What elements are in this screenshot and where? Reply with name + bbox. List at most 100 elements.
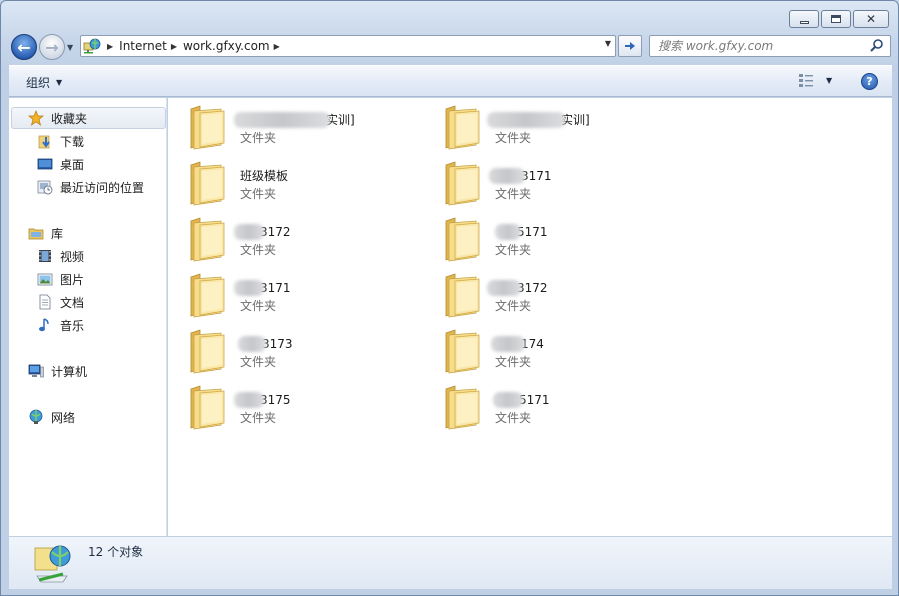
folder-name: 5171 [493,391,550,409]
sidebar-item-videos[interactable]: 视频 [37,245,84,267]
item-count: 12 个对象 [88,545,144,559]
folder-name: 174 [491,335,544,353]
folder-item[interactable]: 3171 文件夹 [423,159,663,209]
sidebar-item-music[interactable]: 音乐 [37,314,84,336]
minimize-button[interactable] [789,10,819,28]
forward-arrow-icon: → [45,37,59,57]
sidebar-item-favorites[interactable]: 收藏夹 [11,107,166,129]
organize-button[interactable]: 组织 ▼ [26,74,62,91]
folder-item[interactable]: 174 文件夹 [423,327,663,377]
folder-item[interactable]: 3172 文件夹 [423,271,663,321]
folder-type: 文件夹 [240,411,277,425]
breadcrumb-current[interactable]: work.gfxy.com [183,39,270,53]
sidebar-item-documents[interactable]: 文档 [37,291,84,313]
download-folder-icon [37,133,53,149]
folder-item[interactable]: 3172 文件夹 [168,215,408,265]
sidebar-item-pictures[interactable]: 图片 [37,268,84,290]
sidebar-item-computer[interactable]: 计算机 [28,360,87,382]
folder-icon [443,383,481,431]
sidebar-item-label: 视频 [60,249,85,264]
folder-type: 文件夹 [240,243,277,257]
caption-buttons: ✕ [789,10,889,28]
search-icon[interactable] [869,38,885,54]
chevron-down-icon: ▼ [826,75,833,85]
sidebar-item-network[interactable]: 网络 [28,406,75,428]
forward-button[interactable]: → [39,34,65,60]
folder-icon [443,327,481,375]
folder-type: 文件夹 [495,299,532,313]
sidebar-item-label: 收藏夹 [51,111,88,126]
sidebar-item-desktop[interactable]: 桌面 [37,153,84,175]
computer-icon [28,363,44,379]
redaction-blur [493,392,523,408]
redaction-blur [489,168,525,184]
folder-name: 3171 [234,279,291,297]
folder-type: 文件夹 [240,355,277,369]
sidebar-item-label: 计算机 [51,364,88,379]
folder-name: 3175 [234,391,291,409]
change-view-button[interactable]: ▼ [798,72,832,88]
breadcrumb-separator-icon[interactable]: ▶ [274,42,280,51]
breadcrumb-separator-icon[interactable]: ▶ [107,42,113,51]
redaction-blur [487,280,521,296]
breadcrumb-internet[interactable]: Internet [119,39,167,53]
folder-name: 3171 [489,167,552,185]
chevron-down-icon: ▼ [56,78,63,87]
file-list: 实训] 文件夹 实训] 文件夹 班级模板 文件夹 3171 文件夹 3172 文件夹 5171 文件夹… [168,98,892,536]
search-input[interactable] [658,39,858,53]
back-button[interactable]: ← [11,34,37,60]
folder-item[interactable]: 实训] 文件夹 [423,103,663,153]
folder-icon [188,327,226,375]
address-bar[interactable]: ▶ Internet ▶ work.gfxy.com ▶ ▼ [80,35,616,57]
sidebar-item-downloads[interactable]: 下载 [37,130,84,152]
refresh-button[interactable] [618,35,642,57]
help-button[interactable]: ? [861,73,878,90]
sidebar-item-libraries[interactable]: 库 [28,222,63,244]
picture-icon [37,271,53,287]
network-location-icon [81,36,103,56]
folder-icon [443,103,481,151]
folder-name: 3172 [234,223,291,241]
folder-icon [188,383,226,431]
desktop-icon [37,156,53,172]
folder-item[interactable]: 3175 文件夹 [168,383,408,433]
maximize-icon [831,15,841,23]
network-icon [28,409,44,425]
folder-type: 文件夹 [495,411,532,425]
star-icon [28,110,44,126]
redaction-blur [491,336,525,352]
recent-pages-dropdown[interactable]: ▼ [67,43,73,52]
search-box[interactable] [649,35,891,57]
sidebar-item-label: 网络 [51,410,76,425]
folder-icon [443,159,481,207]
folder-icon [443,215,481,263]
sidebar-item-label: 下载 [60,134,85,149]
folder-icon [443,271,481,319]
folder-item[interactable]: 5171 文件夹 [423,215,663,265]
folder-item[interactable]: 3173 文件夹 [168,327,408,377]
sidebar-item-label: 最近访问的位置 [60,180,145,195]
redaction-blur [234,280,264,296]
folder-name: 实训] [234,111,355,129]
folder-item[interactable]: 5171 文件夹 [423,383,663,433]
sidebar-item-label: 图片 [60,272,85,287]
folder-icon [188,271,226,319]
maximize-button[interactable] [821,10,851,28]
folder-name: 实训] [487,111,590,129]
explorer-window: ✕ ← → ▼ ▶ Internet ▶ work.gfxy.com ▶ ▼ 搜… [0,0,899,596]
music-note-icon [37,317,53,333]
folder-name: 班级模板 [240,169,289,183]
breadcrumb-separator-icon[interactable]: ▶ [171,42,177,51]
sidebar-item-label: 文档 [60,295,85,310]
redaction-blur [487,112,565,128]
close-button[interactable]: ✕ [853,10,889,28]
address-dropdown-icon[interactable]: ▼ [605,39,611,48]
folder-item[interactable]: 班级模板 文件夹 [168,159,408,209]
folder-item[interactable]: 实训] 文件夹 [168,103,408,153]
sidebar-item-recent-places[interactable]: 最近访问的位置 [37,176,144,198]
folder-item[interactable]: 3171 文件夹 [168,271,408,321]
minimize-icon [799,20,809,24]
folder-icon [188,103,226,151]
folder-type: 文件夹 [495,187,532,201]
folder-type: 文件夹 [495,243,532,257]
